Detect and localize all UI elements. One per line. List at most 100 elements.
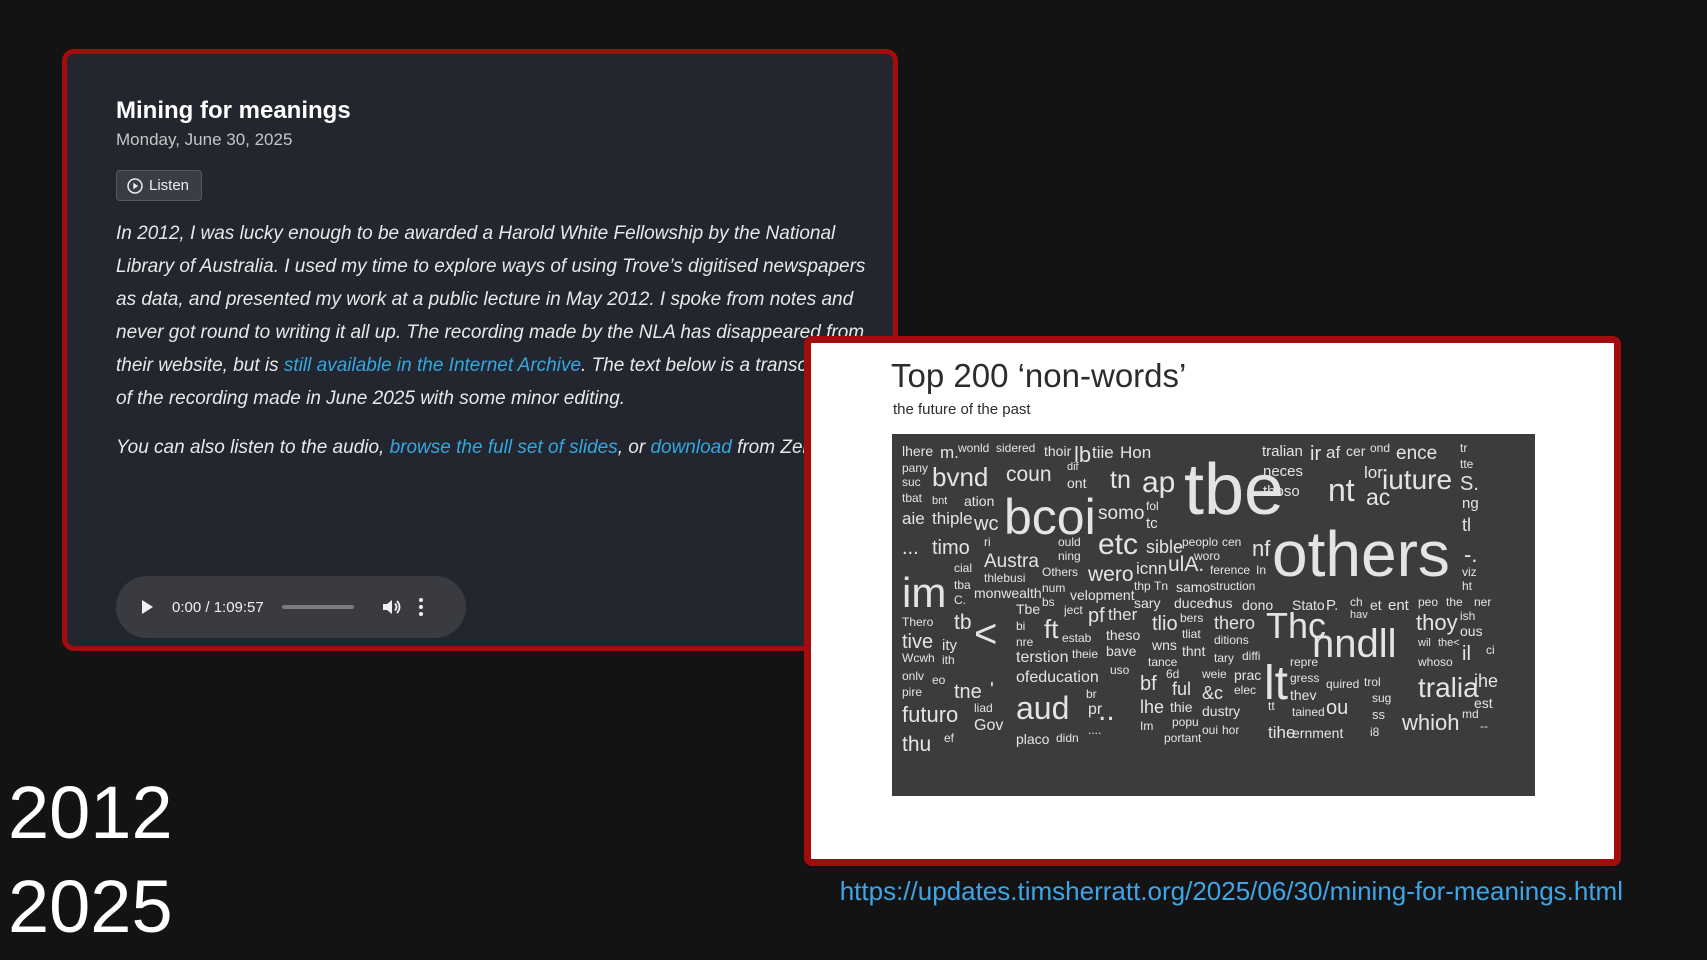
cloud-word: bnt [932,495,948,507]
cloud-word: thoy [1416,610,1458,635]
cloud-word: tary [1214,651,1235,665]
post-url-link[interactable]: https://updates.timsherratt.org/2025/06/… [840,876,1623,907]
cloud-word: bvnd [932,462,989,492]
cloud-word: md [1462,707,1479,721]
cloud-word: br [1086,687,1097,701]
cloud-word: tliat [1182,627,1201,641]
paragraph-text: In 2012, I was lucky enough to be awarde… [116,223,866,376]
cloud-word: icnn [1136,559,1168,578]
cloud-word: tne [954,681,982,703]
cloud-word: thoso [1263,483,1300,500]
cloud-word: cer [1346,443,1366,459]
cloud-word: ss [1372,707,1385,722]
cloud-word: duced [1174,595,1213,611]
cloud-word: tc [1146,515,1158,532]
cloud-word: thlebusi [984,571,1026,585]
cloud-word: ent [1388,597,1409,614]
cloud-word: ject [1064,603,1083,617]
listen-button[interactable]: Listen [116,170,203,201]
cloud-word: i8 [1370,725,1380,739]
listen-label: Listen [149,177,190,194]
cloud-word: thero [1214,613,1256,633]
audio-player: 0:00 / 1:09:57 [116,576,466,638]
blog-post-screenshot: Mining for meanings Monday, June 30, 202… [62,49,898,651]
cloud-word: struction [1210,579,1256,593]
more-options-icon[interactable] [418,597,424,617]
cloud-word: wonld [958,441,990,455]
cloud-word: thoir [1044,443,1072,459]
cloud-word: Gov [974,717,1004,734]
cloud-word: wns [1152,637,1177,653]
cloud-word: viz [1462,565,1477,579]
cloud-word: quired [1326,677,1360,691]
cloud-word: coun [1006,463,1052,486]
cloud-word: bs [1042,595,1055,609]
cloud-word: Austra [984,551,1039,572]
audio-seek-bar[interactable] [281,605,354,609]
cloud-word: ' [990,679,994,701]
cloud-word: tlio [1152,613,1178,635]
cloud-word: ther [1108,605,1138,624]
cloud-word: C. [954,593,966,607]
cloud-word: sidered [996,441,1036,455]
cloud-word: tiie [1092,443,1114,462]
cloud-word: sary [1134,595,1161,611]
cloud-word: suc [902,475,921,489]
cloud-word: thev [1290,687,1317,703]
cloud-word: ci [1486,643,1495,657]
cloud-word: In [1256,563,1267,577]
cloud-word: ation [964,493,995,509]
cloud-word: bi [1016,619,1026,633]
cloud-word: ence [1396,443,1438,464]
cloud-word: peo [1418,595,1439,609]
cloud-word: somo [1098,503,1145,524]
cloud-word: ofeducation [1016,669,1099,686]
cloud-word: velopment [1070,587,1135,603]
cloud-word: ould [1058,535,1081,549]
cloud-word: thu [902,733,932,756]
cloud-word: whoso [1418,655,1453,669]
cloud-word: tb [954,611,972,634]
cloud-word: wc [974,513,999,535]
slides-link[interactable]: browse the full set of slides [390,437,618,458]
cloud-word: nt [1328,472,1355,508]
cloud-word: portant [1164,731,1202,745]
download-link[interactable]: download [650,437,731,458]
post-paragraph-1: In 2012, I was lucky enough to be awarde… [116,217,876,415]
volume-icon[interactable] [380,596,402,618]
cloud-word: et [1370,597,1382,613]
cloud-word: ir [1310,443,1322,465]
cloud-word: trol [1364,675,1381,689]
cloud-word: bers [1180,611,1204,625]
cloud-word: ihe [1474,671,1499,691]
cloud-word: pire [902,685,923,699]
cloud-word: estab [1062,631,1092,645]
play-circle-icon [127,177,143,194]
cloud-word: nre [1016,635,1034,649]
cloud-word: ap [1142,466,1176,499]
slide-screenshot: Top 200 ‘non-words’ the future of the pa… [804,336,1621,866]
cloud-word: ous [1460,623,1483,639]
cloud-word: Thero [902,615,934,629]
cloud-word: im [902,569,947,616]
cloud-word: il [1462,643,1471,665]
cloud-word: lor [1364,463,1383,482]
cloud-word: < [974,612,998,656]
cloud-word: thiple [932,509,973,528]
cloud-word: ulA. [1168,553,1205,576]
cloud-word: Wcwh [902,651,935,665]
cloud-word: num [1042,581,1066,595]
cloud-word: thie [1170,699,1193,715]
play-icon[interactable] [138,598,156,616]
paragraph-text: You can also listen to the audio, [116,437,390,458]
post-title: Mining for meanings [116,97,351,124]
cloud-word: aud [1016,690,1070,726]
cloud-word: ft [1044,614,1059,644]
cloud-word: cen [1222,535,1242,549]
cloud-word: ish [1460,609,1476,623]
cloud-word: weie [1202,667,1227,681]
internet-archive-link[interactable]: still available in the Internet Archive [284,355,581,376]
cloud-word: uso [1110,663,1130,677]
cloud-word: lhere [902,443,934,459]
cloud-word: liad [974,701,993,715]
